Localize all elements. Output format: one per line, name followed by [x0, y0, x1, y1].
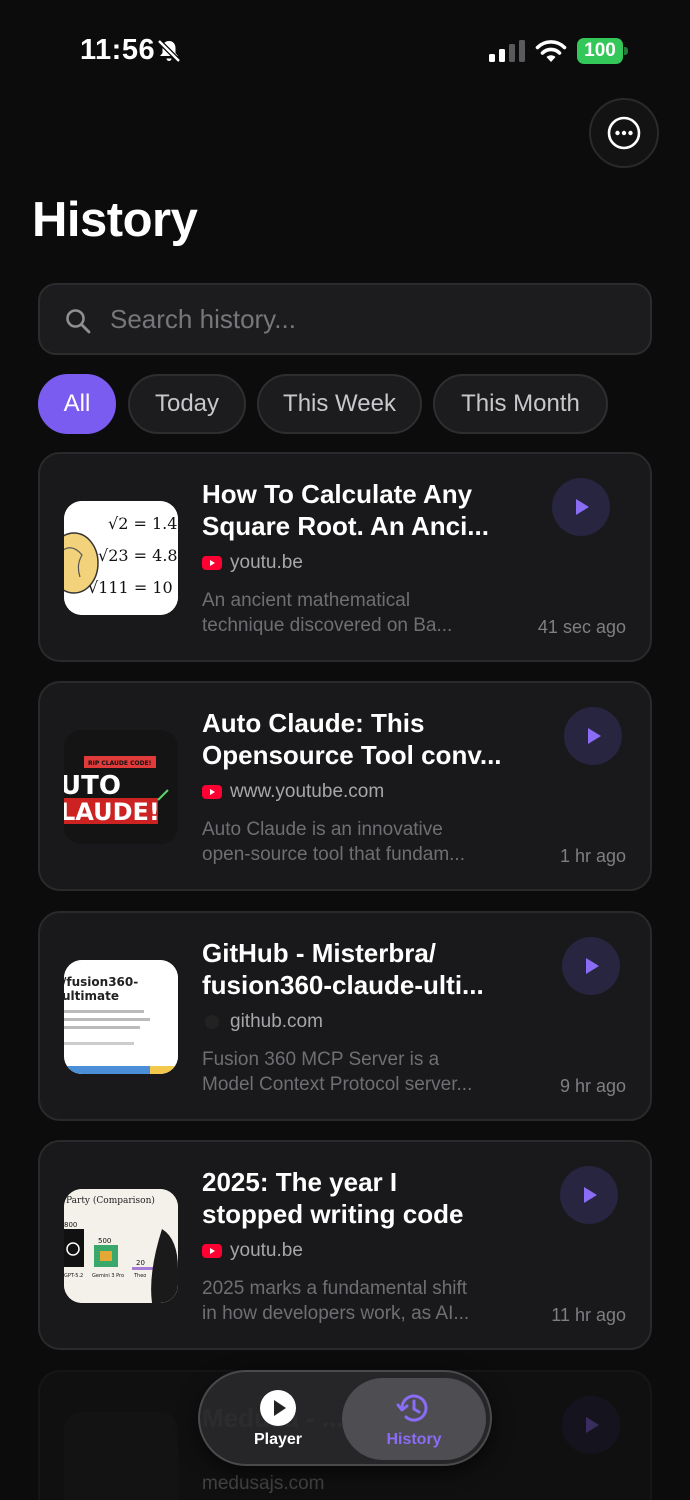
item-source: medusajs.com	[202, 1473, 325, 1494]
item-title: GitHub - Misterbra/ fusion360-claude-ult…	[202, 938, 484, 1000]
svg-text:√111 = 10: √111 = 10	[88, 578, 173, 597]
item-description: Fusion 360 MCP Server is a Model Context…	[202, 1049, 473, 1095]
item-source: www.youtube.com	[202, 780, 384, 804]
svg-text:√2 = 1.4: √2 = 1.4	[108, 514, 177, 533]
filter-tab-this-month[interactable]: This Month	[433, 374, 608, 434]
thumbnail-image: RIP CLAUDE CODE! UTO LAUDE!	[64, 730, 178, 844]
youtube-icon	[202, 556, 222, 570]
wifi-icon	[535, 40, 567, 62]
play-button[interactable]	[564, 707, 622, 765]
svg-text:500: 500	[98, 1237, 111, 1245]
filter-tab-today[interactable]: Today	[128, 374, 246, 434]
item-description: 2025 marks a fundamental shift in how de…	[202, 1278, 470, 1324]
history-item[interactable]: /fusion360- ultimate GitHub - Misterbra/…	[38, 911, 652, 1121]
history-item[interactable]: √2 = 1.4 √23 = 4.8 √111 = 10 How To Calc…	[38, 452, 652, 662]
svg-text:LAUDE!: LAUDE!	[64, 798, 160, 826]
page-title: History	[32, 193, 198, 247]
filter-tab-all[interactable]: All	[38, 374, 116, 434]
status-time: 11:56	[80, 34, 156, 66]
play-button[interactable]	[562, 937, 620, 995]
more-options-button[interactable]	[589, 98, 659, 168]
play-button[interactable]	[562, 1396, 620, 1454]
status-bar: 11:56 100	[0, 0, 690, 100]
svg-text:800: 800	[64, 1221, 77, 1229]
history-item[interactable]: RIP CLAUDE CODE! UTO LAUDE! Auto Claude:…	[38, 681, 652, 891]
svg-text:Gemini 3 Pro: Gemini 3 Pro	[92, 1273, 124, 1279]
battery-icon: 100	[577, 38, 629, 64]
youtube-icon	[202, 1244, 222, 1258]
play-button[interactable]	[560, 1166, 618, 1224]
item-title: Auto Claude: This Opensource Tool conv..…	[202, 708, 502, 770]
search-icon	[66, 309, 91, 334]
play-icon	[586, 958, 599, 974]
thumbnail-image: √2 = 1.4 √23 = 4.8 √111 = 10	[64, 501, 178, 615]
play-icon	[588, 728, 601, 744]
history-item[interactable]: Party (Comparison) 800 500 20 GPT-5.2 Ge…	[38, 1140, 652, 1350]
svg-text:20: 20	[136, 1259, 145, 1267]
item-source: youtu.be	[202, 1239, 303, 1263]
search-box[interactable]	[38, 283, 652, 355]
filter-tab-this-week[interactable]: This Week	[257, 374, 422, 434]
item-description: Auto Claude is an innovative open-source…	[202, 819, 465, 865]
thumbnail-image: /fusion360- ultimate	[64, 960, 178, 1074]
thumbnail-image: Party (Comparison) 800 500 20 GPT-5.2 Ge…	[64, 1189, 178, 1303]
svg-text:√23 = 4.8: √23 = 4.8	[98, 546, 178, 565]
bottom-tab-bar: Player History	[198, 1370, 492, 1466]
clock-history-icon	[396, 1394, 428, 1422]
svg-text:UTO: UTO	[64, 771, 121, 801]
svg-text:/fusion360-: /fusion360-	[64, 975, 138, 989]
item-timestamp: 11 hr ago	[551, 1305, 626, 1325]
play-button[interactable]	[552, 478, 610, 536]
play-icon	[584, 1187, 597, 1203]
item-source: github.com	[202, 1010, 323, 1034]
item-timestamp: 41 sec ago	[537, 617, 626, 637]
svg-text:GPT-5.2: GPT-5.2	[64, 1273, 83, 1279]
item-description: An ancient mathematical technique discov…	[202, 590, 453, 636]
item-title: 2025: The year I stopped writing code	[202, 1167, 464, 1229]
cellular-signal-icon	[489, 40, 525, 62]
battery-level: 100	[577, 38, 623, 64]
svg-text:RIP CLAUDE CODE!: RIP CLAUDE CODE!	[88, 760, 151, 767]
tab-player[interactable]: Player	[206, 1378, 350, 1460]
youtube-icon	[202, 785, 222, 799]
thumbnail-image	[64, 1412, 178, 1500]
bell-slash-icon	[157, 39, 181, 63]
play-circle-icon	[260, 1390, 296, 1426]
github-icon	[205, 1015, 219, 1029]
play-icon	[576, 499, 589, 515]
item-timestamp: 1 hr ago	[559, 846, 626, 866]
search-input[interactable]	[110, 285, 630, 353]
item-title: How To Calculate Any Square Root. An Anc…	[202, 479, 489, 541]
item-timestamp: 9 hr ago	[559, 1076, 626, 1096]
svg-text:ultimate: ultimate	[64, 989, 119, 1003]
play-icon	[586, 1417, 599, 1433]
svg-text:Party (Comparison): Party (Comparison)	[66, 1195, 155, 1206]
item-source: youtu.be	[202, 551, 303, 575]
svg-text:Theo: Theo	[133, 1273, 146, 1279]
tab-history[interactable]: History	[342, 1378, 486, 1460]
ellipsis-circle-icon	[607, 116, 641, 150]
